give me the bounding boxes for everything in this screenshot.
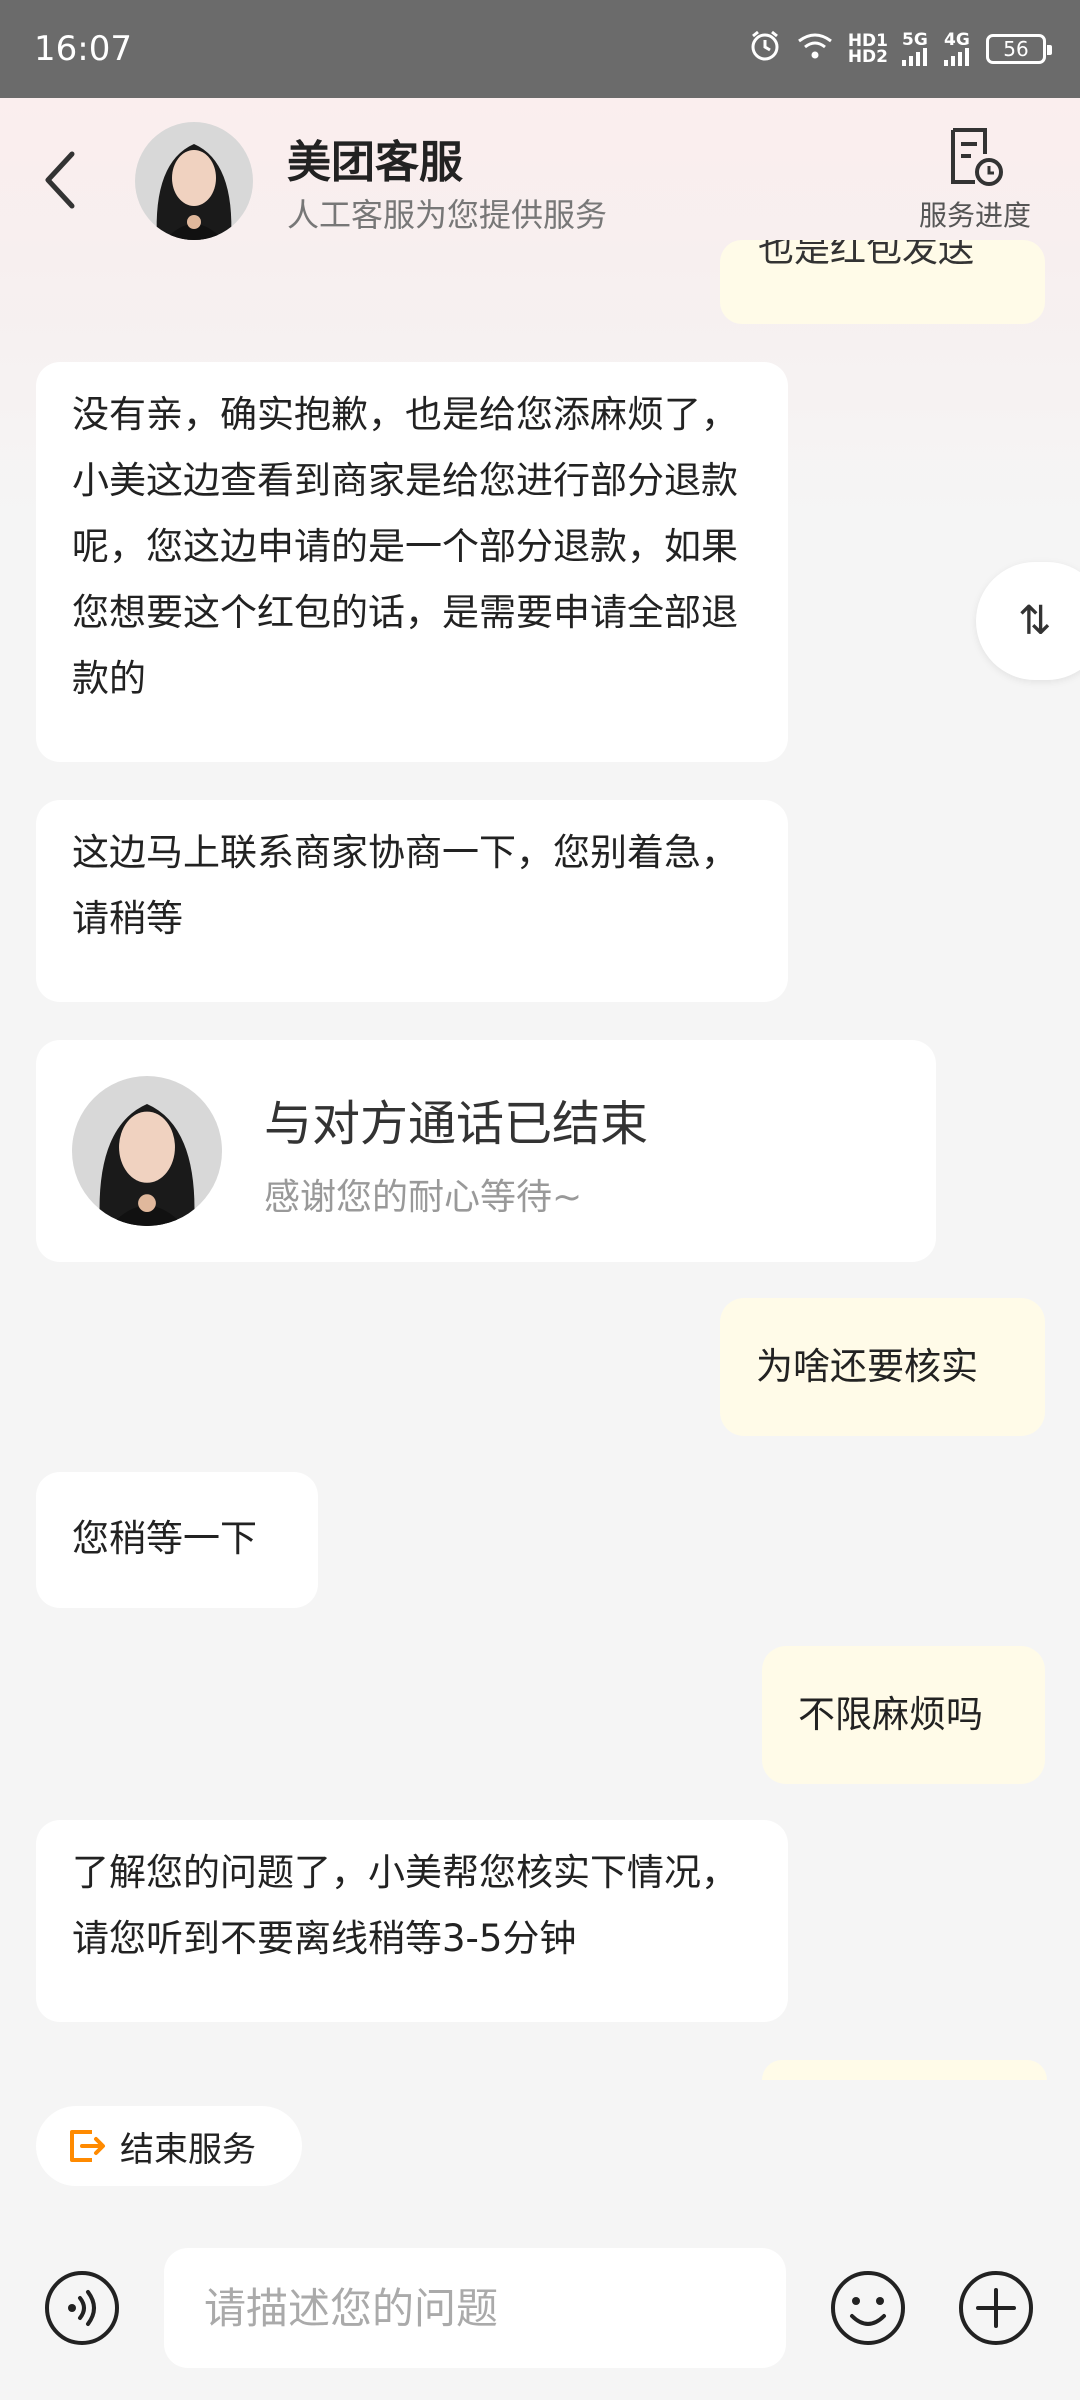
call-ended-card[interactable]: 与对方通话已结束 感谢您的耐心等待~ [36,1040,936,1262]
back-button[interactable] [30,140,90,220]
call-title: 与对方通话已结束 [264,1096,649,1152]
status-icons: HD1 HD2 5G 4G 56 [748,29,1052,69]
message-text: 了解您的问题了，小美帮您核实下情况，请您听到不要离线稍等3-5分钟 [72,1851,738,1960]
signal-5g: 5G [902,29,930,67]
smile-icon [831,2271,905,2345]
message-self-partial[interactable]: 也是红包发送 [720,240,1045,324]
message-text: 为啥还要核实 [756,1345,978,1388]
5g-label: 5G [902,29,928,50]
avatar[interactable] [135,122,253,240]
hd2-label: HD2 [847,47,888,67]
input-bar [0,2220,1080,2400]
voice-icon [45,2271,119,2345]
page-subtitle: 人工客服为您提供服务 [287,196,608,234]
end-service-button[interactable]: 结束服务 [36,2106,302,2186]
message-text: 这边马上联系商家协商一下，您别着急，请稍等 [72,831,738,940]
message-text: 不限麻烦吗 [798,1693,983,1736]
battery-level: 56 [1003,37,1029,61]
message-self[interactable]: 不限麻烦吗 [762,1646,1045,1784]
signal-4g: 4G [944,29,972,67]
end-service-label: 结束服务 [120,2129,256,2170]
status-time: 16:07 [34,29,132,69]
alarm-icon [748,29,782,69]
service-progress-button[interactable]: 服务进度 [900,126,1050,246]
swap-vertical-icon: ⇅ [1018,598,1052,644]
page-title: 美团客服 [287,137,463,188]
chevron-left-icon [45,151,75,209]
message-agent[interactable]: 了解您的问题了，小美帮您核实下情况，请您听到不要离线稍等3-5分钟 [36,1820,788,2022]
message-text: 没有亲，确实抱歉，也是给您添麻烦了，小美这边查看到商家是给您进行部分退款呢，您这… [72,393,738,700]
message-text: 您稍等一下 [72,1517,257,1560]
exit-icon [70,2130,105,2162]
more-actions-button[interactable] [956,2268,1036,2348]
document-clock-icon [951,128,1003,186]
plus-icon [959,2271,1033,2345]
message-agent[interactable]: 您稍等一下 [36,1472,318,1608]
status-bar: 16:07 HD1 HD2 5G 4G 56 [0,0,1080,98]
message-agent[interactable]: 这边马上联系商家协商一下，您别着急，请稍等 [36,800,788,1002]
signal-icon-2 [944,48,969,67]
call-subtitle: 感谢您的耐心等待~ [264,1177,583,1218]
battery-icon: 56 [986,34,1052,64]
message-text: 也是红包发送 [758,240,975,270]
wifi-icon [796,31,834,67]
4g-label: 4G [944,29,970,50]
message-self[interactable]: 为啥还要核实 [720,1298,1045,1436]
signal-icon [902,48,927,67]
message-self-partial-bottom [762,2060,1047,2080]
service-progress-label: 服务进度 [918,199,1031,232]
hd-indicator: HD1 HD2 [847,32,888,67]
message-agent[interactable]: 没有亲，确实抱歉，也是给您添麻烦了，小美这边查看到商家是给您进行部分退款呢，您这… [36,362,788,762]
emoji-button[interactable] [828,2268,908,2348]
voice-input-button[interactable] [42,2268,122,2348]
message-input[interactable] [164,2248,786,2368]
avatar [72,1076,222,1226]
